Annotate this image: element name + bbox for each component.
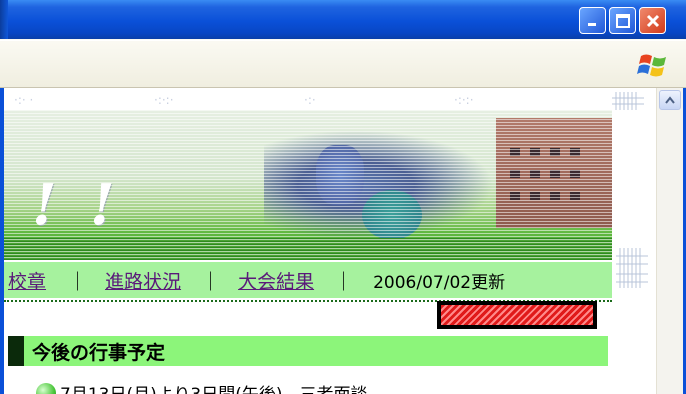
section-heading-text: 今後の行事予定 bbox=[32, 341, 166, 364]
list-item-text: 7月13日(月)より3日間(午後) 三者面談 bbox=[60, 380, 367, 394]
svg-text:·:· ·: ·:· · bbox=[14, 93, 33, 107]
page-viewport[interactable]: ·:· · ·:·:· ·:· ·:·:· 校章 ｜ 進路状況 ｜ 大会結果 ｜… bbox=[4, 88, 656, 394]
close-button[interactable] bbox=[639, 7, 666, 34]
last-updated-label: 2006/07/02更新 bbox=[373, 272, 506, 293]
svg-text:·:·: ·:· bbox=[304, 93, 316, 107]
site-banner: ! ! bbox=[4, 110, 612, 260]
minimize-icon bbox=[587, 22, 596, 26]
banner-scanlines bbox=[4, 110, 612, 260]
window-titlebar[interactable] bbox=[0, 0, 686, 39]
section-heading: 今後の行事予定 bbox=[8, 336, 608, 366]
browser-toolbar bbox=[0, 39, 686, 88]
vertical-scrollbar[interactable] bbox=[656, 88, 683, 394]
titlebar-edge bbox=[0, 0, 8, 39]
green-bullet-icon bbox=[36, 382, 56, 394]
nav-link-career[interactable]: 進路状況 bbox=[105, 267, 181, 294]
site-nav: 校章 ｜ 進路状況 ｜ 大会結果 ｜ 2006/07/02更新 bbox=[4, 262, 612, 298]
maximize-button[interactable] bbox=[609, 7, 636, 34]
nav-link-tournament-results[interactable]: 大会結果 bbox=[238, 267, 314, 294]
minimize-button[interactable] bbox=[579, 7, 606, 34]
nav-link-school-emblem[interactable]: 校章 bbox=[8, 267, 46, 294]
svg-text:·:·:·: ·:·:· bbox=[454, 93, 474, 107]
redacted-box bbox=[437, 301, 597, 329]
scroll-up-button[interactable] bbox=[659, 90, 681, 110]
nav-separator: ｜ bbox=[334, 270, 354, 293]
nav-separator: ｜ bbox=[201, 270, 221, 293]
nav-separator: ｜ bbox=[68, 270, 88, 293]
heading-marker bbox=[8, 336, 24, 366]
decorative-pattern bbox=[616, 266, 648, 288]
windows-logo-icon bbox=[637, 54, 666, 77]
maximize-icon bbox=[615, 13, 630, 28]
chevron-up-icon bbox=[665, 96, 675, 104]
toolbar-highlight bbox=[0, 40, 686, 41]
close-icon bbox=[646, 14, 659, 27]
svg-text:·:·:·: ·:·:· bbox=[154, 93, 174, 107]
decorative-pattern: ·:· · ·:·:· ·:· ·:·:· bbox=[14, 92, 644, 110]
list-item: 7月13日(月)より3日間(午後) 三者面談 bbox=[36, 380, 367, 394]
